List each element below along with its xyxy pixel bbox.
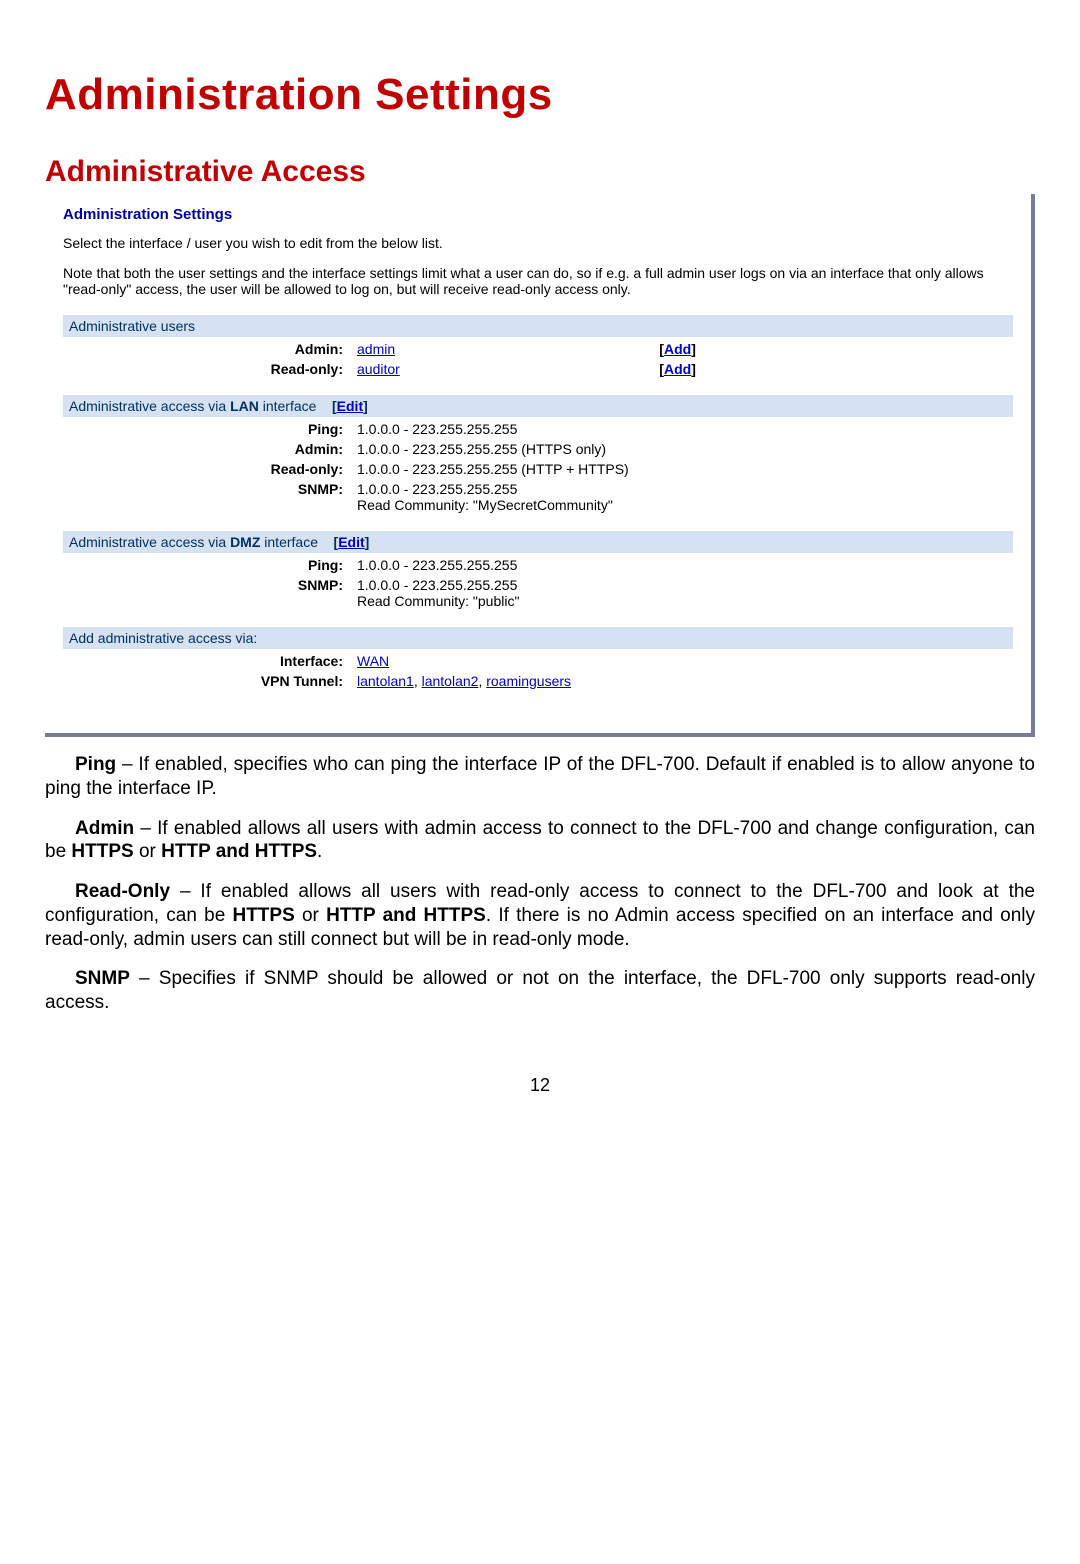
label-add-interface: Interface:: [63, 651, 353, 671]
label-lan-ping: Ping:: [63, 419, 353, 439]
value-dmz-ping: 1.0.0.0 - 223.255.255.255: [353, 555, 1013, 575]
link-admin-user[interactable]: admin: [357, 341, 395, 357]
label-add-vpn: VPN Tunnel:: [63, 671, 353, 691]
link-vpn-roamingusers[interactable]: roamingusers: [486, 673, 571, 689]
page-number: 12: [45, 1075, 1035, 1096]
dmz-header-pre: Administrative access via: [69, 534, 230, 550]
label-dmz-ping: Ping:: [63, 555, 353, 575]
lan-header-pre: Administrative access via: [69, 398, 230, 414]
label-lan-readonly: Read-only:: [63, 459, 353, 479]
value-lan-snmp: 1.0.0.0 - 223.255.255.255 Read Community…: [353, 479, 1013, 515]
para-snmp: SNMP – Specifies if SNMP should be allow…: [45, 967, 1035, 1015]
section-title: Administrative Access: [45, 155, 1035, 189]
para-ping: Ping – If enabled, specifies who can pin…: [45, 753, 1035, 801]
value-lan-admin: 1.0.0.0 - 223.255.255.255 (HTTPS only): [353, 439, 1013, 459]
label-readonly: Read-only:: [63, 359, 353, 379]
panel-heading: Administration Settings: [63, 206, 1013, 223]
panel-instruction: Select the interface / user you wish to …: [63, 235, 1013, 251]
label-admin: Admin:: [63, 339, 353, 359]
link-add-readonly[interactable]: Add: [664, 361, 691, 377]
label-lan-snmp: SNMP:: [63, 479, 353, 515]
para-readonly: Read-Only – If enabled allows all users …: [45, 880, 1035, 951]
link-auditor-user[interactable]: auditor: [357, 361, 400, 377]
link-edit-dmz[interactable]: Edit: [338, 534, 364, 550]
label-lan-admin: Admin:: [63, 439, 353, 459]
link-add-admin[interactable]: Add: [664, 341, 691, 357]
value-dmz-snmp: 1.0.0.0 - 223.255.255.255 Read Community…: [353, 575, 1013, 611]
value-lan-ping: 1.0.0.0 - 223.255.255.255: [353, 419, 1013, 439]
value-add-vpn: lantolan1, lantolan2, roamingusers: [353, 671, 1013, 691]
dmz-header-post: interface: [260, 534, 318, 550]
section-users-header: Administrative users: [63, 315, 1013, 337]
value-lan-readonly: 1.0.0.0 - 223.255.255.255 (HTTP + HTTPS): [353, 459, 1013, 479]
link-vpn-lantolan2[interactable]: lantolan2: [422, 673, 479, 689]
settings-panel: Administration Settings Select the inter…: [45, 194, 1035, 737]
lan-header-bold: LAN: [230, 398, 259, 414]
link-add-wan[interactable]: WAN: [357, 653, 389, 669]
label-dmz-snmp: SNMP:: [63, 575, 353, 611]
link-edit-lan[interactable]: Edit: [337, 398, 363, 414]
dmz-header-bold: DMZ: [230, 534, 260, 550]
section-add-header: Add administrative access via:: [63, 627, 1013, 649]
para-admin: Admin – If enabled allows all users with…: [45, 817, 1035, 865]
page-title: Administration Settings: [45, 70, 1035, 120]
section-lan-header: Administrative access via LAN interface …: [63, 395, 1013, 417]
section-dmz-header: Administrative access via DMZ interface …: [63, 531, 1013, 553]
link-vpn-lantolan1[interactable]: lantolan1: [357, 673, 414, 689]
lan-header-post: interface: [259, 398, 317, 414]
panel-note: Note that both the user settings and the…: [63, 265, 1013, 297]
